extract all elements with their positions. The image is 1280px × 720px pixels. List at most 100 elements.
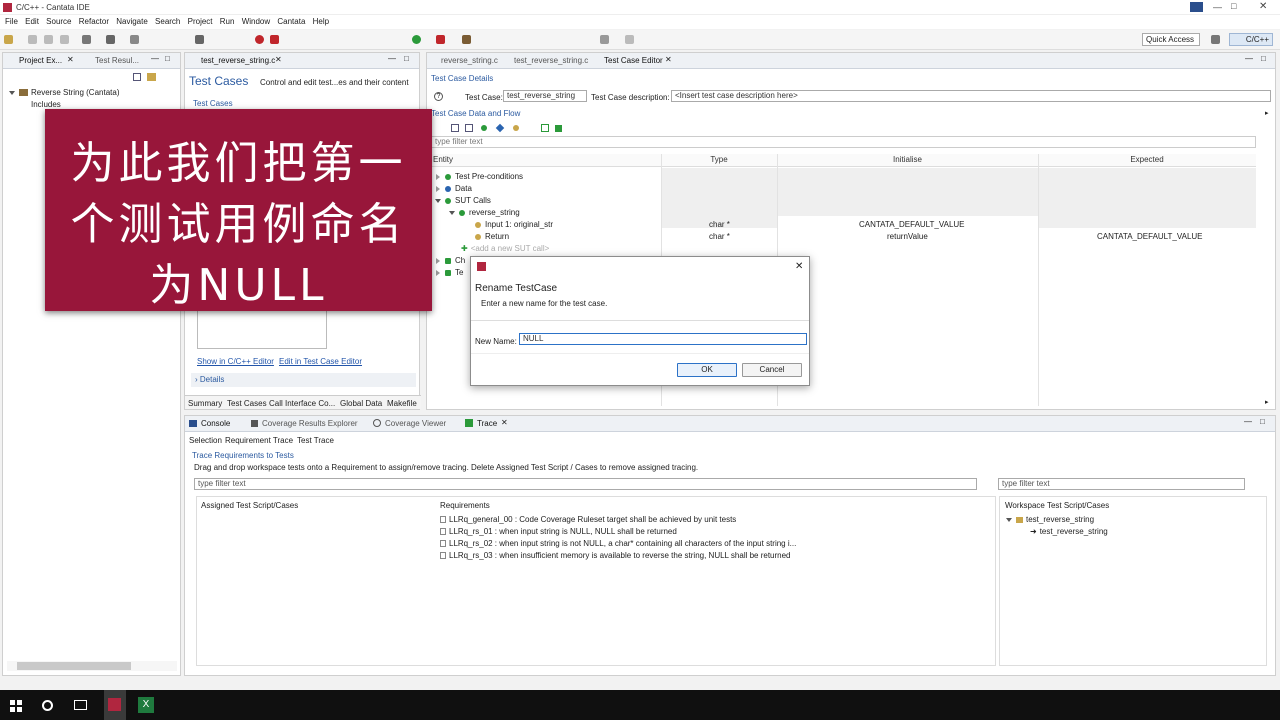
col-initialise[interactable]: Initialise xyxy=(777,154,1038,166)
tab-coverage-viewer[interactable]: Coverage Viewer xyxy=(385,419,446,428)
remove-icon[interactable] xyxy=(465,124,473,132)
menu-help[interactable]: Help xyxy=(313,17,329,26)
task-view-icon[interactable] xyxy=(74,700,87,710)
cursor-icon[interactable] xyxy=(195,35,204,44)
debug-icon[interactable] xyxy=(130,35,139,44)
minimize-button[interactable]: — xyxy=(1213,2,1222,12)
collapse-all-icon[interactable] xyxy=(133,73,141,81)
layout-icon[interactable] xyxy=(1190,2,1203,12)
table-row[interactable]: reverse_string xyxy=(449,208,520,217)
excel-taskbar-icon[interactable]: X xyxy=(138,697,154,713)
right-scroll-arrow[interactable]: ▸ xyxy=(1265,109,1269,117)
requirement-item[interactable]: LLRq_rs_02 : when input string is not NU… xyxy=(440,539,796,548)
requirement-item[interactable]: LLRq_rs_03 : when insufficient memory is… xyxy=(440,551,791,560)
subtab-selection[interactable]: Selection xyxy=(189,436,222,445)
search-icon[interactable] xyxy=(42,700,53,711)
right-scroll-arrow-bottom[interactable]: ▸ xyxy=(1265,398,1269,406)
menu-refactor[interactable]: Refactor xyxy=(79,17,109,26)
tab-test-cases[interactable]: Test Cases xyxy=(227,399,267,408)
stop-icon[interactable] xyxy=(270,35,279,44)
run-icon[interactable] xyxy=(412,35,421,44)
close-icon[interactable]: ✕ xyxy=(275,55,282,64)
tab-test-case-editor[interactable]: Test Case Editor xyxy=(604,56,663,65)
description-input[interactable]: <Insert test case description here> xyxy=(671,90,1271,102)
tab-summary[interactable]: Summary xyxy=(188,399,222,408)
tab-makefile[interactable]: Makefile xyxy=(387,399,417,408)
menu-navigate[interactable]: Navigate xyxy=(116,17,148,26)
col-type[interactable]: Type xyxy=(661,154,777,166)
table-row[interactable]: ✚ <add a new SUT call> xyxy=(461,244,549,253)
minimize-icon[interactable]: — xyxy=(151,54,159,63)
trace-filter-right[interactable]: type filter text xyxy=(998,478,1245,490)
workspace-item[interactable]: ➜ test_reverse_string xyxy=(1030,527,1108,536)
minimize-icon[interactable]: — xyxy=(1245,54,1253,63)
table-row[interactable]: Ch xyxy=(435,256,465,265)
requirement-item[interactable]: LLRq_rs_01 : when input string is NULL, … xyxy=(440,527,677,536)
open-perspective-icon[interactable] xyxy=(1211,35,1220,44)
perspective-cpp-button[interactable]: C/C++ xyxy=(1229,33,1273,46)
test-case-list-box[interactable] xyxy=(197,309,327,349)
tab-test-reverse-string-file[interactable]: test_reverse_string.c xyxy=(201,56,275,65)
tree-includes[interactable]: Includes xyxy=(31,100,61,109)
add-icon[interactable] xyxy=(451,124,459,132)
maximize-icon[interactable]: □ xyxy=(165,54,170,63)
section-test-cases[interactable]: Test Cases xyxy=(193,99,233,108)
subtab-requirement-trace[interactable]: Requirement Trace xyxy=(225,436,293,445)
windows-start-icon[interactable] xyxy=(10,700,22,712)
table-row[interactable]: Return xyxy=(475,232,509,241)
details-section[interactable]: › Details xyxy=(191,373,416,387)
external-tools-icon[interactable] xyxy=(462,35,471,44)
key-icon[interactable] xyxy=(555,125,562,132)
show-in-editor-link[interactable]: Show in C/C++ Editor xyxy=(197,357,274,366)
quick-access-input[interactable]: Quick Access xyxy=(1142,33,1200,46)
menu-run[interactable]: Run xyxy=(220,17,235,26)
minimize-icon[interactable]: — xyxy=(388,54,396,63)
table-row[interactable]: Te xyxy=(435,268,463,277)
trace-filter-left[interactable]: type filter text xyxy=(194,478,977,490)
row-expected[interactable]: CANTATA_DEFAULT_VALUE xyxy=(1097,232,1203,241)
close-icon[interactable]: ✕ xyxy=(67,55,74,64)
maximize-icon[interactable]: □ xyxy=(404,54,409,63)
tab-global-data[interactable]: Global Data xyxy=(340,399,382,408)
close-button[interactable]: ✕ xyxy=(1259,1,1267,12)
edit-in-test-case-editor-link[interactable]: Edit in Test Case Editor xyxy=(279,357,362,366)
maximize-button[interactable]: □ xyxy=(1231,1,1236,11)
cantata-taskbar-icon[interactable] xyxy=(104,690,126,720)
hscroll-thumb[interactable] xyxy=(17,662,131,670)
editor-filter-input[interactable]: type filter text xyxy=(431,136,1256,148)
ok-button[interactable]: OK xyxy=(677,363,737,377)
green-dot-icon[interactable] xyxy=(481,125,487,131)
table-row[interactable]: Input 1: original_str xyxy=(475,220,553,229)
table-row[interactable]: SUT Calls xyxy=(435,196,491,205)
maximize-icon[interactable]: □ xyxy=(1261,54,1266,63)
subtab-test-trace[interactable]: Test Trace xyxy=(297,436,334,445)
save-all-icon[interactable] xyxy=(44,35,53,44)
forward-icon[interactable] xyxy=(625,35,634,44)
tree-root[interactable]: Reverse String (Cantata) xyxy=(9,88,119,97)
menu-cantata[interactable]: Cantata xyxy=(277,17,305,26)
menu-edit[interactable]: Edit xyxy=(25,17,39,26)
row-type[interactable]: char * xyxy=(709,232,730,241)
link-editor-icon[interactable] xyxy=(147,73,156,81)
minimize-icon[interactable]: — xyxy=(1244,417,1252,426)
table-row[interactable]: Test Pre-conditions xyxy=(435,172,523,181)
close-icon[interactable]: ✕ xyxy=(665,55,672,64)
menu-window[interactable]: Window xyxy=(242,17,270,26)
menu-source[interactable]: Source xyxy=(46,17,71,26)
cancel-button[interactable]: Cancel xyxy=(742,363,802,377)
hammer-icon[interactable] xyxy=(106,35,115,44)
workspace-item[interactable]: test_reverse_string xyxy=(1006,515,1094,524)
col-entity[interactable]: Entity xyxy=(433,154,473,166)
tab-console[interactable]: Console xyxy=(201,419,230,428)
col-expected[interactable]: Expected xyxy=(1038,154,1256,166)
save-icon[interactable] xyxy=(28,35,37,44)
close-icon[interactable]: ✕ xyxy=(501,418,508,427)
help-icon[interactable]: ? xyxy=(434,92,443,101)
maximize-icon[interactable]: □ xyxy=(1260,417,1265,426)
yellow-dot-icon[interactable] xyxy=(513,125,519,131)
tab-reverse-string-c[interactable]: reverse_string.c xyxy=(441,56,498,65)
tab-test-reverse-string-c[interactable]: test_reverse_string.c xyxy=(514,56,588,65)
tab-coverage-results[interactable]: Coverage Results Explorer xyxy=(262,419,358,428)
build-icon[interactable] xyxy=(82,35,91,44)
test-case-select[interactable]: test_reverse_string xyxy=(503,90,587,102)
